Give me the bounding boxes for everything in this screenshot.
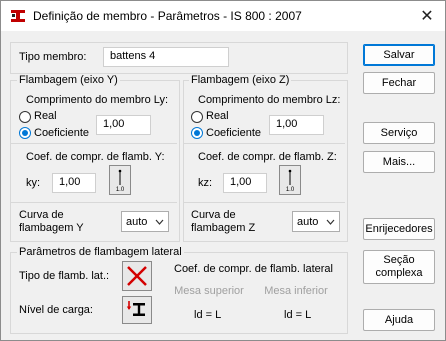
lateral-type-label: Tipo de flamb. lat.:	[19, 270, 110, 282]
lateral-coef-title: Coef. de compr. de flamb. lateral	[174, 263, 333, 275]
ky-label: ky:	[26, 177, 41, 189]
load-level-label: Nível de carga:	[19, 304, 93, 316]
radio-real-z[interactable]	[191, 111, 203, 123]
ky-input[interactable]: 1,00	[52, 173, 96, 193]
red-x-icon[interactable]	[122, 261, 152, 291]
title-bar: Definição de membro - Parâmetros - IS 80…	[1, 1, 445, 31]
ld-upper-value: ld = L	[194, 309, 222, 321]
svg-text:1.0: 1.0	[286, 187, 295, 192]
divider-y-1	[11, 143, 177, 144]
divider-y-2	[11, 202, 177, 203]
window-title: Definição de membro - Parâmetros - IS 80…	[33, 9, 302, 23]
column-support-icon[interactable]: 1.0	[109, 165, 131, 195]
stiffeners-button[interactable]: Enrijecedores	[363, 218, 435, 240]
member-type-input[interactable]: battens 4	[103, 47, 229, 67]
length-z-label: Comprimento do membro Lz:	[198, 94, 341, 106]
member-type-label: Tipo membro:	[19, 51, 87, 63]
help-button[interactable]: Ajuda	[363, 309, 435, 331]
column-support-icon-glyph: 1.0	[286, 169, 295, 192]
service-button[interactable]: Serviço	[363, 122, 435, 144]
buckling-y-title: Flambagem (eixo Y)	[17, 74, 120, 86]
chevron-down-icon	[326, 219, 335, 225]
curve-y-value: auto	[126, 215, 148, 228]
save-button[interactable]: Salvar	[363, 44, 435, 66]
coef-y-title: Coef. de compr. de flamb. Y:	[26, 151, 165, 163]
kz-label: kz:	[198, 177, 213, 189]
coefficient-y-label: Coeficiente	[34, 127, 90, 139]
radio-coefficient-y[interactable]	[19, 127, 31, 139]
buckling-z-title: Flambagem (eixo Z)	[189, 74, 292, 86]
column-support-icon-glyph: 1.0	[116, 169, 125, 192]
column-support-icon[interactable]: 1.0	[279, 165, 301, 195]
length-y-label: Comprimento do membro Ly:	[26, 94, 169, 106]
dialog-window: Definição de membro - Parâmetros - IS 80…	[0, 0, 446, 341]
coef-z-title: Coef. de compr. de flamb. Z:	[198, 151, 337, 163]
svg-text:1.0: 1.0	[116, 187, 125, 192]
close-button[interactable]: Fechar	[363, 72, 435, 94]
load-level-icon[interactable]	[122, 296, 152, 324]
real-z-label: Real	[206, 110, 229, 122]
divider-z-2	[184, 202, 345, 203]
curve-y-label: Curva de flambagem Y	[19, 209, 84, 234]
curve-z-select[interactable]: auto	[292, 211, 340, 232]
length-z-input[interactable]: 1,00	[269, 115, 324, 135]
upper-flange-button[interactable]: Mesa superior	[174, 282, 244, 300]
load-level-glyph	[126, 301, 145, 316]
curve-z-label: Curva de flambagem Z	[191, 209, 256, 234]
curve-z-value: auto	[297, 215, 319, 228]
close-icon[interactable]: ✕	[409, 1, 445, 31]
beam-app-icon	[11, 10, 25, 22]
lateral-buckling-title: Parâmetros de flambagem lateral	[17, 246, 184, 258]
radio-real-y[interactable]	[19, 111, 31, 123]
ld-lower-value: ld = L	[284, 309, 312, 321]
chevron-down-icon	[155, 219, 164, 225]
more-button[interactable]: Mais...	[363, 151, 435, 173]
radio-coefficient-z[interactable]	[191, 127, 203, 139]
coefficient-z-label: Coeficiente	[206, 127, 262, 139]
real-y-label: Real	[34, 110, 57, 122]
length-y-input[interactable]: 1,00	[96, 115, 151, 135]
curve-y-select[interactable]: auto	[121, 211, 169, 232]
complex-section-button[interactable]: Seção complexa	[363, 250, 435, 284]
divider-z-1	[184, 143, 345, 144]
lower-flange-button[interactable]: Mesa inferior	[261, 282, 331, 300]
red-x-glyph	[127, 266, 147, 286]
kz-input[interactable]: 1,00	[223, 173, 267, 193]
